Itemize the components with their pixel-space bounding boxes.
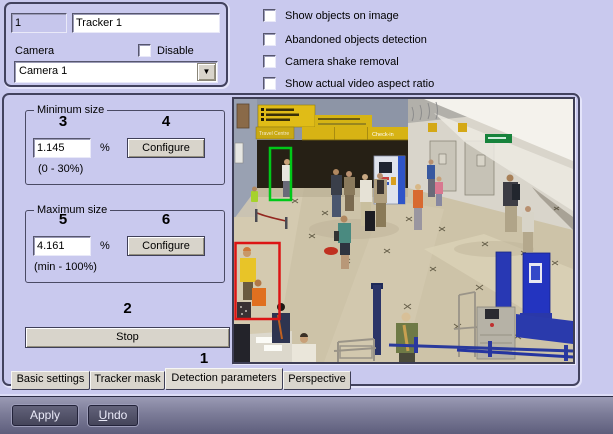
show-objects-label[interactable]: Show objects on image	[285, 10, 399, 23]
disable-checkbox-label[interactable]: Disable	[157, 45, 194, 58]
stop-button[interactable]: Stop	[25, 327, 230, 348]
camera-label: Camera	[15, 45, 54, 57]
camera-select[interactable]: Camera 1 ▼	[14, 61, 218, 83]
maximum-configure-button[interactable]: Configure	[127, 236, 205, 256]
tab-basic-settings[interactable]: Basic settings	[11, 371, 90, 390]
minimum-size-input[interactable]	[33, 138, 91, 158]
minimum-size-group: Minimum size 3 % 4 Configure (0 - 30%)	[25, 110, 225, 185]
svg-text:Check-in: Check-in	[372, 132, 394, 138]
tracker-name-input[interactable]	[72, 13, 220, 33]
callout-1: 1	[174, 351, 234, 367]
callout-2: 2	[25, 301, 230, 317]
camera-select-value: Camera 1	[19, 65, 67, 77]
tracker-settings-window: 1 Camera Disable Camera 1 ▼ Show objects…	[0, 0, 613, 434]
callout-6: 6	[127, 212, 205, 228]
maximum-size-input[interactable]	[33, 236, 91, 256]
callout-5: 5	[32, 212, 94, 228]
svg-text:Travel Centre: Travel Centre	[259, 131, 289, 137]
apply-button[interactable]: Apply	[12, 405, 78, 426]
callout-3: 3	[32, 114, 94, 130]
maximum-size-group: Maximum size 5 % 6 Configure (min - 100%…	[25, 210, 225, 283]
maximum-size-unit: %	[100, 240, 110, 252]
tab-perspective[interactable]: Perspective	[283, 371, 351, 390]
minimum-range-hint: (0 - 30%)	[38, 163, 83, 175]
show-objects-checkbox[interactable]	[263, 9, 276, 22]
camera-shake-label[interactable]: Camera shake removal	[285, 56, 399, 69]
undo-button[interactable]: Undo	[88, 405, 138, 426]
aspect-ratio-label[interactable]: Show actual video aspect ratio	[285, 78, 434, 91]
video-scene: Travel Centre Check-in	[234, 99, 573, 362]
footer-bar: Apply Undo	[0, 396, 613, 434]
abandoned-objects-checkbox[interactable]	[263, 33, 276, 46]
minimum-configure-button[interactable]: Configure	[127, 138, 205, 158]
maximum-range-hint: (min - 100%)	[34, 261, 97, 273]
callout-4: 4	[127, 114, 205, 130]
tracker-header-panel: 1 Camera Disable Camera 1 ▼	[4, 2, 228, 87]
abandoned-objects-label[interactable]: Abandoned objects detection	[285, 34, 427, 47]
camera-shake-checkbox[interactable]	[263, 55, 276, 68]
tracker-id-field[interactable]: 1	[11, 13, 67, 33]
tab-detection-parameters[interactable]: Detection parameters	[165, 368, 283, 390]
tab-tracker-mask[interactable]: Tracker mask	[90, 371, 165, 390]
minimum-size-unit: %	[100, 142, 110, 154]
green-exit-sign	[485, 134, 512, 143]
detection-parameters-panel: Minimum size 3 % 4 Configure (0 - 30%) M…	[2, 93, 580, 386]
aspect-ratio-checkbox[interactable]	[263, 77, 276, 90]
combo-dropdown-arrow-icon[interactable]: ▼	[197, 63, 216, 81]
video-preview: Travel Centre Check-in	[232, 97, 575, 364]
disable-checkbox[interactable]	[138, 44, 151, 57]
